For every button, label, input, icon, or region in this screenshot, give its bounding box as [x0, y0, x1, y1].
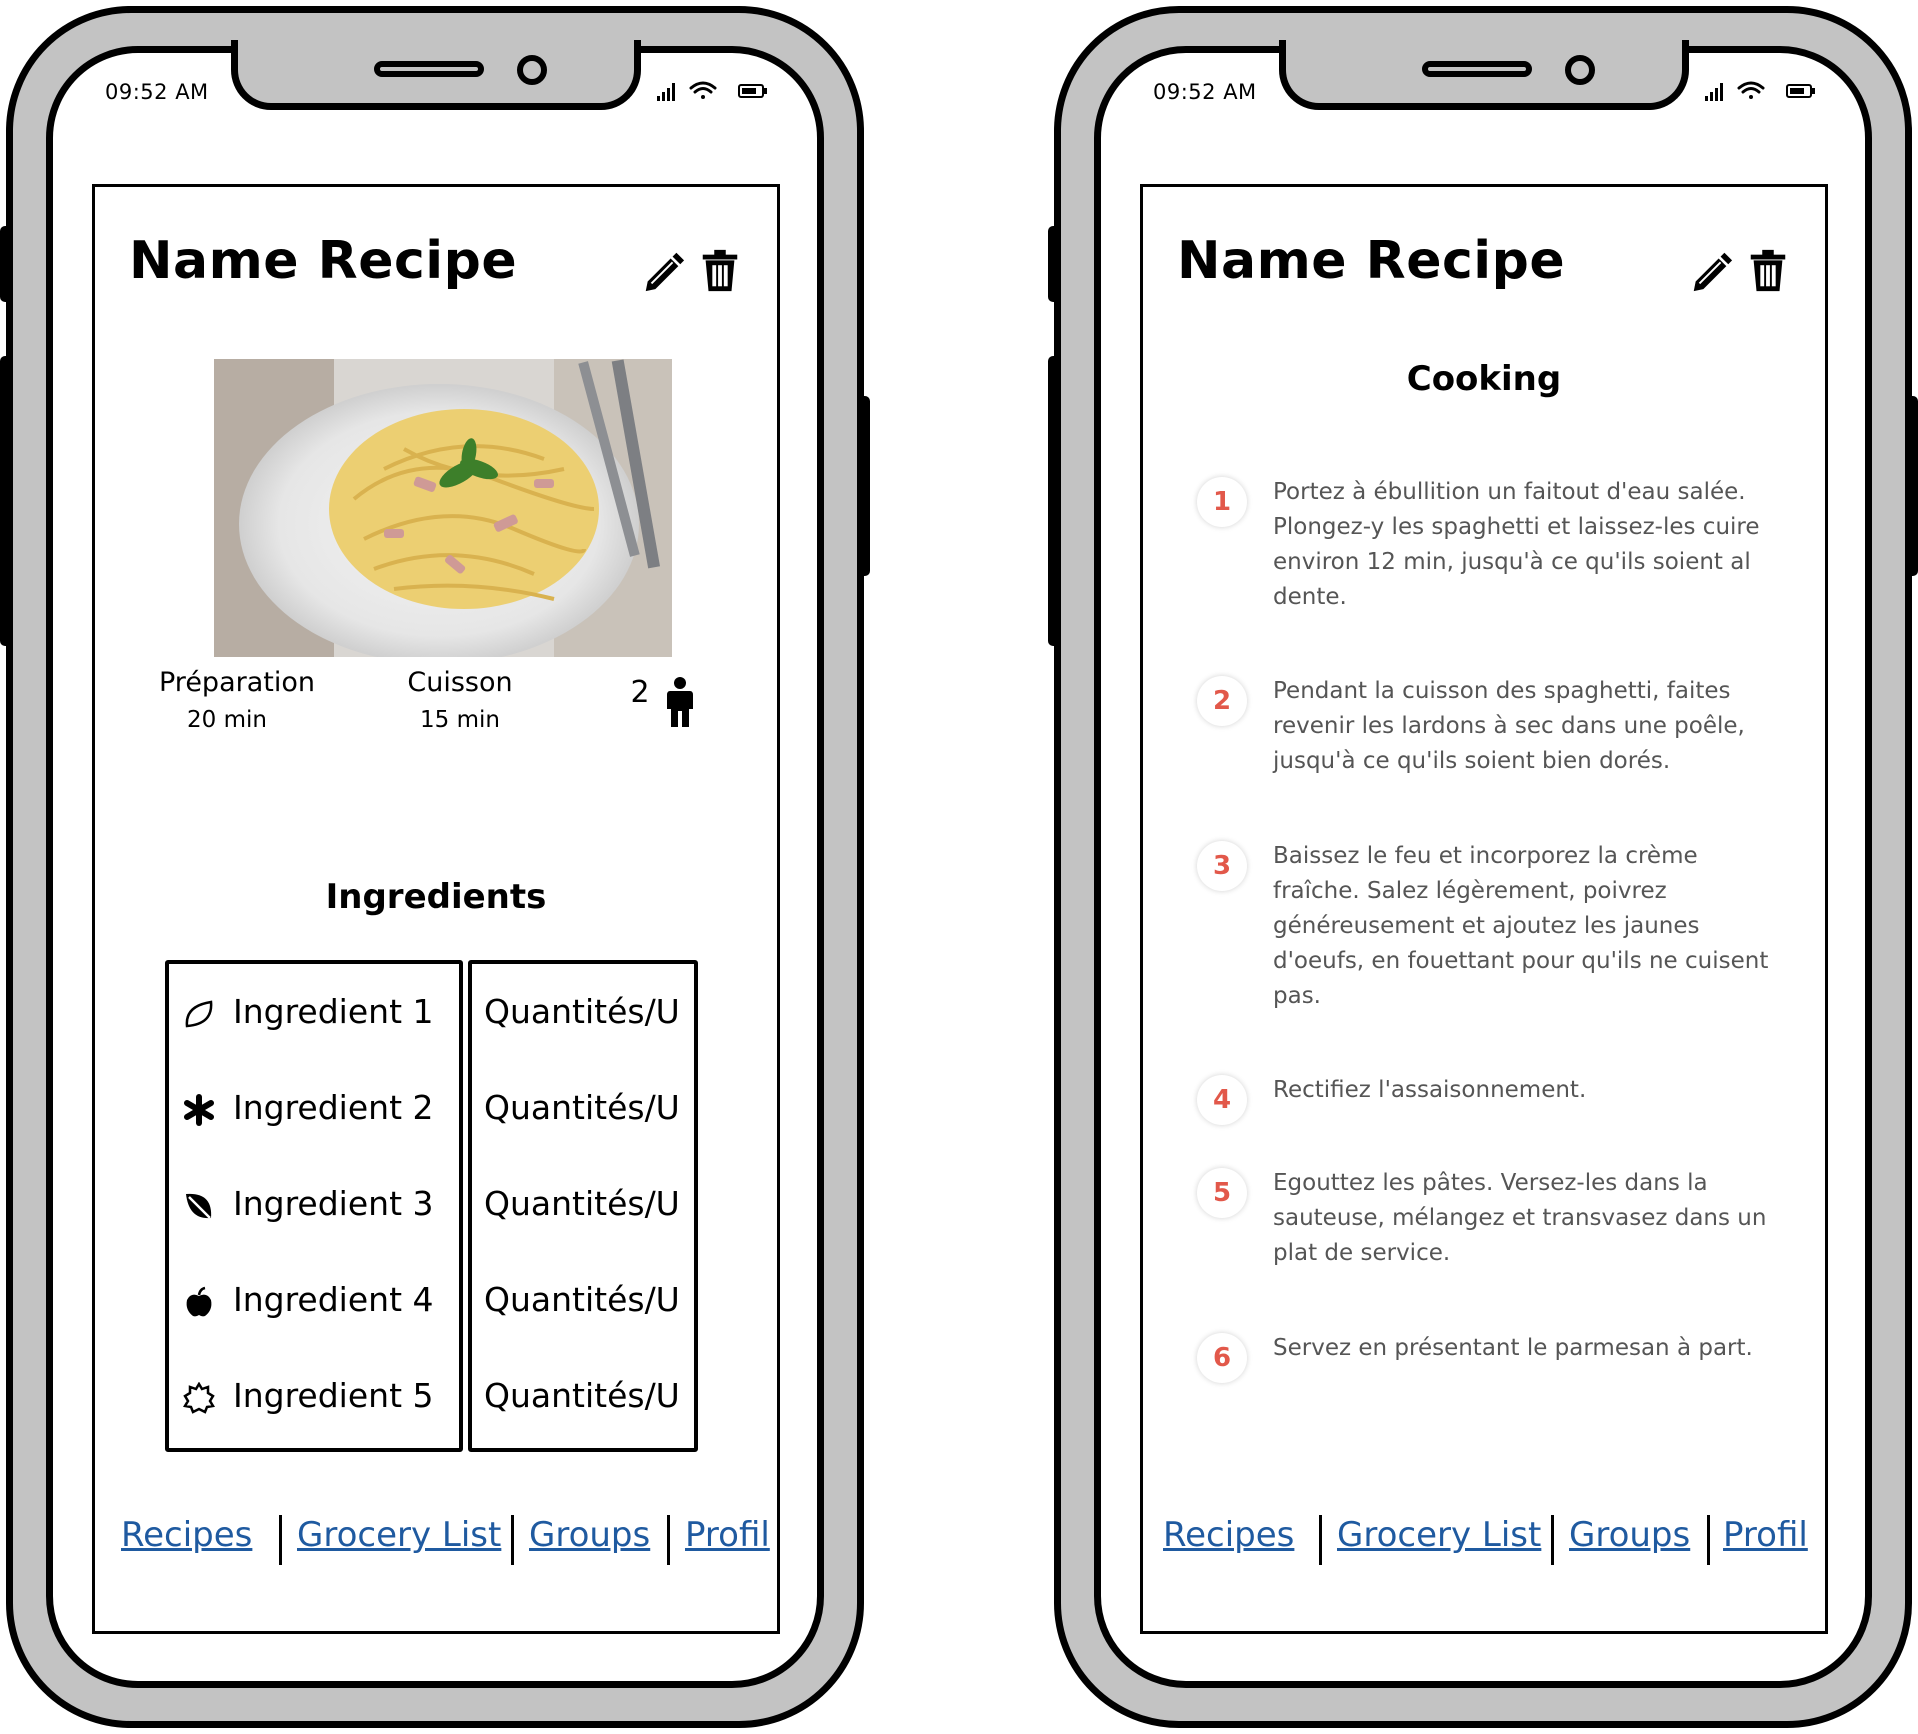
person-icon	[667, 677, 693, 727]
ingredient-quantity-list: Quantités/U Quantités/U Quantités/U Quan…	[468, 960, 698, 1452]
quantity-row[interactable]: Quantités/U	[472, 1176, 694, 1236]
ingredient-row[interactable]: Ingredient 5	[169, 1368, 459, 1428]
step-text: Rectifiez l'assaisonnement.	[1273, 1077, 1587, 1103]
asterisk-icon	[184, 1094, 214, 1126]
nav-divider	[1551, 1515, 1554, 1565]
preparation-label: Préparation	[159, 667, 315, 698]
ingredient-name: Ingredient 4	[233, 1280, 434, 1319]
status-time: 09:52 AM	[1153, 80, 1257, 104]
ingredient-name: Ingredient 3	[233, 1184, 434, 1223]
servings-count: 2	[630, 675, 650, 710]
phone-side-button	[1048, 356, 1060, 646]
step-text: Baissez le feu et incorporez la crème fr…	[1273, 843, 1769, 1009]
nav-recipes-link[interactable]: Recipes	[1163, 1515, 1294, 1555]
delete-trash-icon[interactable]	[697, 247, 743, 293]
phone-side-button	[1906, 396, 1918, 576]
ingredient-row[interactable]: Ingredient 1	[169, 984, 459, 1044]
recipe-photo	[214, 359, 672, 657]
battery-icon	[1786, 84, 1815, 98]
ingredient-quantity: Quantités/U	[484, 1088, 680, 1127]
ingredient-quantity: Quantités/U	[484, 1184, 680, 1223]
cooking-title: Cooking	[1406, 359, 1562, 399]
ingredient-quantity: Quantités/U	[484, 1376, 680, 1415]
phone-side-button	[1048, 226, 1060, 302]
phone-side-button	[0, 356, 12, 646]
nav-divider	[511, 1515, 514, 1565]
step-number: 3	[1197, 841, 1247, 891]
speaker-icon	[1422, 61, 1532, 77]
apple-icon	[186, 1286, 212, 1317]
edit-pencil-icon[interactable]	[1688, 247, 1734, 293]
phone-side-button	[0, 226, 12, 302]
signal-icon	[1705, 83, 1723, 101]
step-number: 2	[1197, 676, 1247, 726]
ingredient-name: Ingredient 2	[233, 1088, 434, 1127]
page-title: Name Recipe	[129, 231, 518, 291]
nav-grocery-list-link[interactable]: Grocery List	[1337, 1515, 1541, 1555]
nav-divider	[667, 1515, 670, 1565]
nav-divider	[1319, 1515, 1322, 1565]
speaker-icon	[374, 61, 484, 77]
page-title: Name Recipe	[1177, 231, 1566, 291]
nav-divider	[279, 1515, 282, 1565]
status-icons	[657, 81, 767, 101]
status-time: 09:52 AM	[105, 80, 209, 104]
nav-grocery-list-link[interactable]: Grocery List	[297, 1515, 501, 1555]
leaf-icon	[186, 1193, 212, 1219]
cooking-screen: Name Recipe Cooking 1 Portez à ébullitio…	[1140, 184, 1828, 1634]
nav-profil-link[interactable]: Profil	[685, 1515, 770, 1555]
quantity-row[interactable]: Quantités/U	[472, 984, 694, 1044]
phone-frame-cooking: 09:52 AM Name Recipe Cooking 1 Portez à …	[1048, 6, 1918, 1728]
quantity-row[interactable]: Quantités/U	[472, 1080, 694, 1140]
bottom-nav: Recipes Grocery List Groups Profil	[1143, 1515, 1825, 1565]
ingredient-row[interactable]: Ingredient 4	[169, 1272, 459, 1332]
camera-icon	[1565, 55, 1595, 85]
ingredients-title: Ingredients	[325, 877, 547, 917]
nav-recipes-link[interactable]: Recipes	[121, 1515, 252, 1555]
wifi-icon	[1737, 81, 1765, 99]
step-text: Servez en présentant le parmesan à part.	[1273, 1335, 1753, 1361]
quantity-row[interactable]: Quantités/U	[472, 1368, 694, 1428]
leaf-outline-icon	[185, 1000, 213, 1028]
quantity-row[interactable]: Quantités/U	[472, 1272, 694, 1332]
nav-groups-link[interactable]: Groups	[529, 1515, 650, 1555]
step-number: 4	[1197, 1075, 1247, 1125]
sun-outline-icon	[183, 1382, 215, 1414]
nav-divider	[1707, 1515, 1710, 1565]
edit-pencil-icon[interactable]	[640, 247, 686, 293]
step-number: 5	[1197, 1168, 1247, 1218]
ingredient-quantity: Quantités/U	[484, 992, 680, 1031]
wifi-icon	[689, 81, 717, 99]
step-text: Egouttez les pâtes. Versez-les dans la s…	[1273, 1170, 1767, 1266]
ingredient-name-list: Ingredient 1 Ingredient 2 Ingredient 3 I…	[165, 960, 463, 1452]
ingredient-row[interactable]: Ingredient 2	[169, 1080, 459, 1140]
ingredient-row[interactable]: Ingredient 3	[169, 1176, 459, 1236]
step-number: 6	[1197, 1333, 1247, 1383]
cooking-value: 15 min	[420, 707, 500, 733]
phone-frame-ingredients: 09:52 AM Name Recipe Préparation 20 min …	[0, 6, 870, 1728]
ingredient-name: Ingredient 5	[233, 1376, 434, 1415]
bottom-nav: Recipes Grocery List Groups Profil	[95, 1515, 777, 1565]
signal-icon	[657, 83, 675, 101]
battery-icon	[738, 84, 767, 98]
nav-profil-link[interactable]: Profil	[1723, 1515, 1808, 1555]
recipe-screen: Name Recipe Préparation 20 min Cuisson 1…	[92, 184, 780, 1634]
delete-trash-icon[interactable]	[1745, 247, 1791, 293]
cooking-label: Cuisson	[407, 667, 513, 698]
camera-icon	[517, 55, 547, 85]
step-number: 1	[1197, 477, 1247, 527]
step-text: Pendant la cuisson des spaghetti, faites…	[1273, 678, 1745, 774]
preparation-value: 20 min	[187, 707, 267, 733]
phone-side-button	[858, 396, 870, 576]
ingredient-name: Ingredient 1	[233, 992, 434, 1031]
ingredient-quantity: Quantités/U	[484, 1280, 680, 1319]
step-text: Portez à ébullition un faitout d'eau sal…	[1273, 479, 1760, 610]
nav-groups-link[interactable]: Groups	[1569, 1515, 1690, 1555]
status-icons	[1705, 81, 1815, 101]
